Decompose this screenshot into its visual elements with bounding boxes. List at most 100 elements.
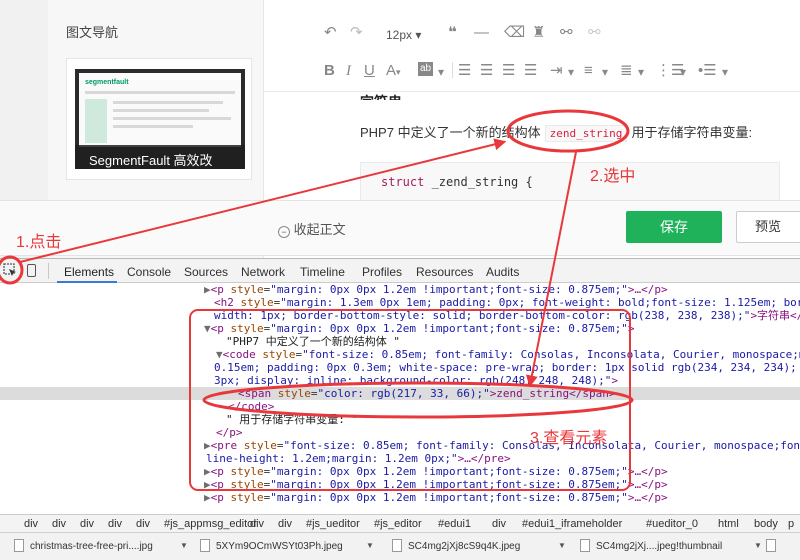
breadcrumb-item[interactable]: #js_appmsg_editor	[164, 518, 257, 530]
expand-icon[interactable]: ▶	[204, 283, 211, 296]
horizontal-rule-icon[interactable]: —	[474, 24, 489, 42]
article-thumbnail[interactable]: segmentfault SegmentFault 高效改	[75, 69, 245, 169]
dom-node[interactable]: ▼<code style="font-size: 0.85em; font-fa…	[216, 348, 800, 361]
download-item[interactable]: SC4mg2jXj....jpeg!thumbnail ▼	[580, 538, 762, 558]
download-item[interactable]: christmas-tree-free-pri....jpg ▼	[14, 538, 188, 558]
chevron-down-icon[interactable]: ▾	[602, 63, 608, 81]
dom-node[interactable]: ▶<pre style="font-size: 0.85em; font-fam…	[204, 439, 800, 452]
download-item[interactable]	[766, 538, 796, 558]
breadcrumb-item[interactable]: div	[492, 518, 506, 530]
chevron-down-icon[interactable]: ▾	[438, 63, 444, 81]
background-color-icon[interactable]: ab	[418, 62, 434, 76]
collapse-body-button[interactable]: − 收起正文	[278, 219, 346, 238]
breadcrumb-item[interactable]: #js_ueditor	[306, 518, 360, 530]
tab-network[interactable]: Network	[241, 265, 285, 279]
chevron-down-icon[interactable]: ▼	[366, 541, 374, 550]
attr-value: "margin: 0px 0px 1.2em !important;font-s…	[270, 478, 628, 491]
tab-console[interactable]: Console	[127, 265, 171, 279]
undo-icon[interactable]: ↶	[324, 24, 337, 42]
dom-node[interactable]: </p>	[216, 426, 800, 439]
list-unordered-icon[interactable]: •☰	[698, 62, 717, 80]
selected-dom-node[interactable]: <span style="color: rgb(217, 33, 66);">z…	[0, 387, 800, 400]
tab-elements[interactable]: Elements	[64, 265, 114, 279]
justify-icon[interactable]: ☰	[524, 62, 537, 80]
breadcrumb-item[interactable]: div	[108, 518, 122, 530]
dom-node[interactable]: ▶<p style="margin: 0px 0px 1.2em !import…	[204, 465, 800, 478]
eraser-icon[interactable]: ⌫	[504, 24, 525, 42]
device-mode-icon[interactable]	[27, 264, 36, 277]
download-filename: SC4mg2jXj....jpeg!thumbnail	[596, 541, 723, 552]
indent-icon[interactable]: ⇥	[550, 62, 563, 80]
dom-tree: ▶<p style="margin: 0px 0px 1.2em !import…	[0, 283, 800, 515]
breadcrumb-item[interactable]: div	[278, 518, 292, 530]
format-brush-icon[interactable]: ♜	[532, 24, 545, 42]
inline-code[interactable]: zend_string	[544, 125, 628, 142]
chevron-down-icon[interactable]: ▾	[568, 63, 574, 81]
unlink-icon[interactable]: ⚯	[588, 24, 601, 42]
breadcrumb-item[interactable]: #edui1_iframeholder	[522, 518, 622, 530]
line-height-icon[interactable]: ≡	[584, 62, 593, 80]
link-icon[interactable]: ⚯	[560, 24, 573, 42]
dom-node[interactable]: ▶<p style="margin: 0px 0px 1.2em !import…	[204, 283, 800, 296]
dom-text-node[interactable]: "PHP7 中定义了一个新的结构体 "	[226, 335, 800, 348]
dom-node-cont: width: 1px; border-bottom-style: solid; …	[214, 309, 800, 322]
tab-sources[interactable]: Sources	[184, 265, 228, 279]
redo-icon[interactable]: ↷	[350, 24, 363, 42]
collapse-icon[interactable]: ▼	[216, 348, 223, 361]
breadcrumb-item[interactable]: #js_editor	[374, 518, 422, 530]
tab-resources[interactable]: Resources	[416, 265, 473, 279]
tab-audits[interactable]: Audits	[486, 265, 519, 279]
dom-text-node[interactable]: " 用于存储字符串变量: "	[226, 413, 800, 426]
dom-node[interactable]: <h2 style="margin: 1.3em 0px 1em; paddin…	[214, 296, 800, 309]
chevron-down-icon[interactable]: ▾	[638, 63, 644, 81]
expand-icon[interactable]: ▶	[204, 465, 211, 478]
breadcrumb-item[interactable]: div	[24, 518, 38, 530]
dom-node-cont: 0.15em; padding: 0px 0.3em; white-space:…	[214, 361, 800, 374]
expand-icon[interactable]: ▶	[204, 491, 211, 504]
breadcrumb-item[interactable]: div	[52, 518, 66, 530]
align-center-icon[interactable]: ☰	[480, 62, 493, 80]
tab-timeline[interactable]: Timeline	[300, 265, 345, 279]
inspect-element-icon[interactable]	[3, 263, 17, 277]
breadcrumb-item[interactable]: div	[80, 518, 94, 530]
chevron-down-icon[interactable]: ▼	[558, 541, 566, 550]
preview-button[interactable]: 预览	[736, 211, 800, 243]
bold-icon[interactable]: B	[324, 62, 335, 80]
tag: <p	[210, 465, 231, 478]
download-item[interactable]: 5XYm9OCmWSYt03Ph.jpeg ▼	[200, 538, 374, 558]
dom-node[interactable]: ▶<p style="margin: 0px 0px 1.2em !import…	[204, 491, 800, 504]
download-item[interactable]: SC4mg2jXj8cS9q4K.jpeg ▼	[392, 538, 566, 558]
breadcrumb-item[interactable]: p	[788, 518, 794, 530]
attr-value: line-height: 1.2em;margin: 1.2em 0px;"	[206, 452, 458, 465]
quote-icon[interactable]: ❝	[448, 24, 457, 42]
breadcrumb-item[interactable]: html	[718, 518, 739, 530]
font-color-icon[interactable]: A▾	[386, 62, 401, 81]
underline-icon[interactable]: U	[364, 62, 375, 80]
font-size-select[interactable]: 12px ▾	[386, 26, 421, 44]
chevron-down-icon[interactable]: ▾	[680, 63, 686, 81]
chevron-down-icon[interactable]: ▾	[722, 63, 728, 81]
breadcrumb-item[interactable]: body	[754, 518, 778, 530]
expand-icon[interactable]: ▶	[204, 439, 211, 452]
collapse-icon[interactable]: ▼	[204, 322, 211, 335]
align-left-icon[interactable]: ☰	[458, 62, 471, 80]
breadcrumb-item[interactable]: div	[136, 518, 150, 530]
expand-icon[interactable]: ▶	[204, 478, 211, 491]
dom-node[interactable]: ▶<p style="margin: 0px 0px 1.2em !import…	[204, 478, 800, 491]
breadcrumb-item[interactable]: #ueditor_0	[646, 518, 698, 530]
breadcrumb-item[interactable]: #edui1	[438, 518, 471, 530]
chevron-down-icon[interactable]: ▼	[754, 541, 762, 550]
breadcrumb-item[interactable]: div	[250, 518, 264, 530]
tab-profiles[interactable]: Profiles	[362, 265, 402, 279]
paragraph-spacing-icon[interactable]: ≣	[620, 62, 633, 80]
paragraph-text: PHP7 中定义了一个新的结构体	[360, 125, 541, 140]
italic-icon[interactable]: I	[346, 62, 351, 80]
chevron-down-icon[interactable]: ▼	[180, 541, 188, 550]
save-button[interactable]: 保存	[626, 211, 722, 243]
article-card[interactable]: segmentfault SegmentFault 高效改	[66, 58, 252, 180]
align-right-icon[interactable]: ☰	[502, 62, 515, 80]
code-block[interactable]: struct _zend_string {	[360, 162, 780, 202]
thumb-sidebar	[85, 99, 107, 143]
dom-node[interactable]: </code>	[228, 400, 800, 413]
dom-node[interactable]: ▼<p style="margin: 0px 0px 1.2em !import…	[204, 322, 800, 335]
